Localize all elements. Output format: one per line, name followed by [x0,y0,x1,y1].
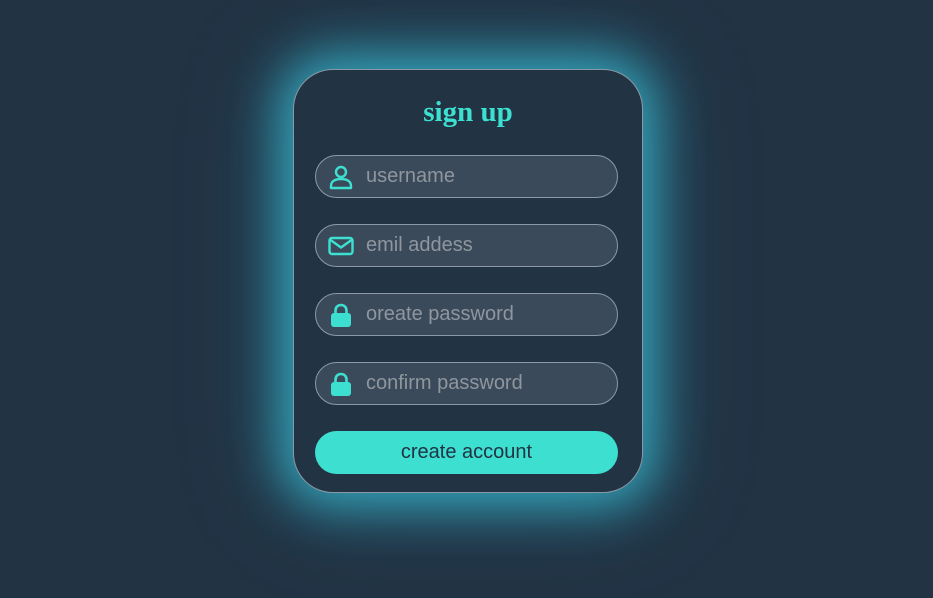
create-password-input[interactable] [366,294,606,335]
email-field[interactable] [315,224,618,267]
lock-icon [331,303,351,327]
username-input[interactable] [366,156,606,197]
lock-icon [331,372,351,396]
confirm-password-input[interactable] [366,363,606,404]
user-icon [329,165,353,190]
form-title: sign up [423,96,513,128]
username-field[interactable] [315,155,618,198]
envelope-icon [328,236,354,256]
confirm-password-field[interactable] [315,362,618,405]
email-input[interactable] [366,225,606,266]
create-password-field[interactable] [315,293,618,336]
signup-card: sign up create account [293,69,643,493]
create-account-button[interactable]: create account [315,431,618,474]
